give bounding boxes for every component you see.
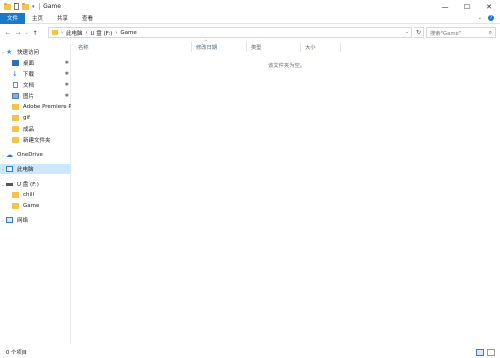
download-icon: ↓ — [12, 70, 18, 78]
sidebar-item-desktop[interactable]: 桌面 ✱ — [0, 58, 71, 68]
folder-icon — [4, 2, 11, 10]
usb-drive-icon — [6, 183, 13, 186]
folder-icon — [12, 203, 19, 209]
documents-icon — [13, 82, 18, 88]
empty-folder-message: 该文件夹为空。 — [268, 63, 306, 69]
column-header-date-modified[interactable]: 修改日期 — [192, 42, 247, 52]
search-box[interactable]: 搜索"Game" ⌕ — [426, 27, 496, 38]
navigation-pane: › ★ 快速访问 桌面 ✱ ↓ 下载 ✱ 文档 ✱ 图片 ✱ Adobe Pre… — [0, 44, 71, 344]
window-controls: — ☐ ✕ — [434, 0, 500, 13]
pin-icon[interactable]: ✱ — [65, 93, 69, 99]
sidebar-item-label: gif — [23, 115, 30, 121]
onedrive-icon: ☁ — [6, 151, 13, 159]
desktop-icon — [12, 60, 19, 66]
sidebar-item-label: 网络 — [17, 218, 29, 224]
title-separator — [38, 3, 40, 10]
navigation-bar: ← → ⌄ ↑ › 此电脑 › U 盘 (F:) › Game ⌄ ↻ 搜索"G… — [0, 26, 500, 40]
sidebar-item-new-folder[interactable]: 新建文件夹 — [0, 135, 71, 145]
large-icons-view-button[interactable] — [487, 348, 495, 356]
star-icon: ★ — [6, 47, 13, 56]
breadcrumb-game[interactable]: Game — [120, 30, 136, 36]
folder-icon — [52, 30, 58, 35]
sidebar-item-pictures[interactable]: 图片 ✱ — [0, 91, 71, 101]
folder-icon — [12, 115, 19, 121]
sidebar-item-gif[interactable]: gif — [0, 113, 71, 123]
tab-share[interactable]: 共享 — [50, 13, 75, 24]
column-header-name[interactable]: 名称 — [74, 42, 192, 52]
sidebar-item-label: Game — [23, 203, 40, 209]
sidebar-item-label: 图片 — [23, 94, 35, 100]
breadcrumb-chevron[interactable]: › — [115, 30, 117, 36]
sidebar-item-network[interactable]: › 网络 — [0, 215, 71, 225]
breadcrumb-chevron[interactable]: › — [61, 30, 63, 36]
pin-icon[interactable]: ✱ — [65, 60, 69, 66]
details-view-button[interactable] — [476, 348, 484, 356]
new-folder-icon[interactable] — [22, 2, 29, 10]
sidebar-item-usb-drive[interactable]: ⌄ U 盘 (F:) — [0, 179, 71, 189]
sidebar-item-adobe-premiere[interactable]: Adobe Premiere P — [0, 102, 71, 112]
sidebar-item-game[interactable]: Game — [0, 201, 71, 211]
sidebar-item-label: 桌面 — [23, 61, 35, 67]
sidebar-item-this-pc[interactable]: › 此电脑 — [0, 164, 71, 174]
address-dropdown-icon[interactable]: ⌄ — [403, 30, 411, 35]
status-bar: 0 个项目 — [0, 346, 500, 358]
pin-icon[interactable]: ✱ — [65, 71, 69, 77]
search-input[interactable]: 搜索"Game" — [430, 29, 489, 37]
sidebar-item-label: 下载 — [23, 72, 35, 78]
sidebar-item-onedrive[interactable]: › ☁ OneDrive — [0, 150, 71, 160]
refresh-button[interactable]: ↻ — [414, 27, 424, 38]
breadcrumb-this-pc[interactable]: 此电脑 — [66, 29, 83, 37]
sidebar-item-label: 文档 — [23, 83, 35, 89]
properties-icon[interactable] — [14, 3, 19, 10]
breadcrumb-chevron[interactable]: › — [86, 30, 88, 36]
sidebar-item-label: chill — [23, 192, 35, 198]
title-bar: ▾ Game — ☐ ✕ — [0, 0, 500, 13]
forward-button[interactable]: → — [13, 30, 23, 37]
sidebar-item-quick-access[interactable]: › ★ 快速访问 — [0, 47, 71, 57]
up-button[interactable]: ↑ — [30, 30, 40, 37]
minimize-button[interactable]: — — [434, 0, 456, 13]
sidebar-item-documents[interactable]: 文档 ✱ — [0, 80, 71, 90]
column-headers: ^ 名称 修改日期 类型 大小 — [74, 39, 344, 52]
sidebar-item-label: Adobe Premiere P — [22, 104, 71, 110]
quick-access-toolbar: ▾ — [0, 2, 35, 10]
back-button[interactable]: ← — [3, 30, 13, 37]
breadcrumb-usb-drive[interactable]: U 盘 (F:) — [91, 29, 113, 37]
sidebar-item-chill[interactable]: chill — [0, 190, 71, 200]
pictures-icon — [12, 93, 19, 99]
sidebar-item-downloads[interactable]: ↓ 下载 ✱ — [0, 69, 71, 79]
column-header-type[interactable]: 类型 — [247, 42, 301, 52]
view-switcher — [476, 348, 500, 356]
item-count: 0 个项目 — [6, 350, 27, 356]
folder-icon — [12, 137, 19, 143]
tab-file[interactable]: 文件 — [0, 12, 25, 24]
folder-icon — [12, 192, 19, 198]
sidebar-item-label: 新建文件夹 — [23, 138, 51, 144]
address-bar[interactable]: › 此电脑 › U 盘 (F:) › Game ⌄ — [48, 27, 412, 38]
window-title: Game — [43, 3, 61, 10]
help-icon[interactable]: ? — [488, 15, 494, 21]
folder-icon — [12, 126, 19, 132]
sidebar-item-label: U 盘 (F:) — [17, 182, 39, 188]
network-icon — [6, 217, 13, 223]
ribbon-right-controls: ⌄ ? — [478, 15, 500, 21]
this-pc-icon — [6, 166, 13, 172]
folder-icon — [11, 104, 19, 110]
search-icon: ⌕ — [488, 28, 492, 36]
close-button[interactable]: ✕ — [478, 0, 500, 13]
ribbon-tabs: 文件 主页 共享 查看 ⌄ ? — [0, 12, 500, 24]
maximize-button[interactable]: ☐ — [456, 0, 478, 13]
tab-home[interactable]: 主页 — [25, 13, 50, 24]
sidebar-item-label: 此电脑 — [17, 167, 34, 173]
sidebar-item-finished[interactable]: 成品 — [0, 124, 71, 134]
pin-icon[interactable]: ✱ — [65, 82, 69, 88]
sidebar-item-label: 成品 — [23, 127, 35, 133]
customize-toolbar-dropdown[interactable]: ▾ — [32, 4, 35, 10]
column-header-size[interactable]: 大小 — [301, 42, 341, 52]
sidebar-item-label: 快速访问 — [17, 50, 40, 56]
recent-locations-button[interactable]: ⌄ — [23, 30, 30, 36]
tab-view[interactable]: 查看 — [75, 13, 100, 24]
expand-ribbon-icon[interactable]: ⌄ — [478, 15, 482, 21]
sidebar-item-label: OneDrive — [17, 152, 43, 158]
